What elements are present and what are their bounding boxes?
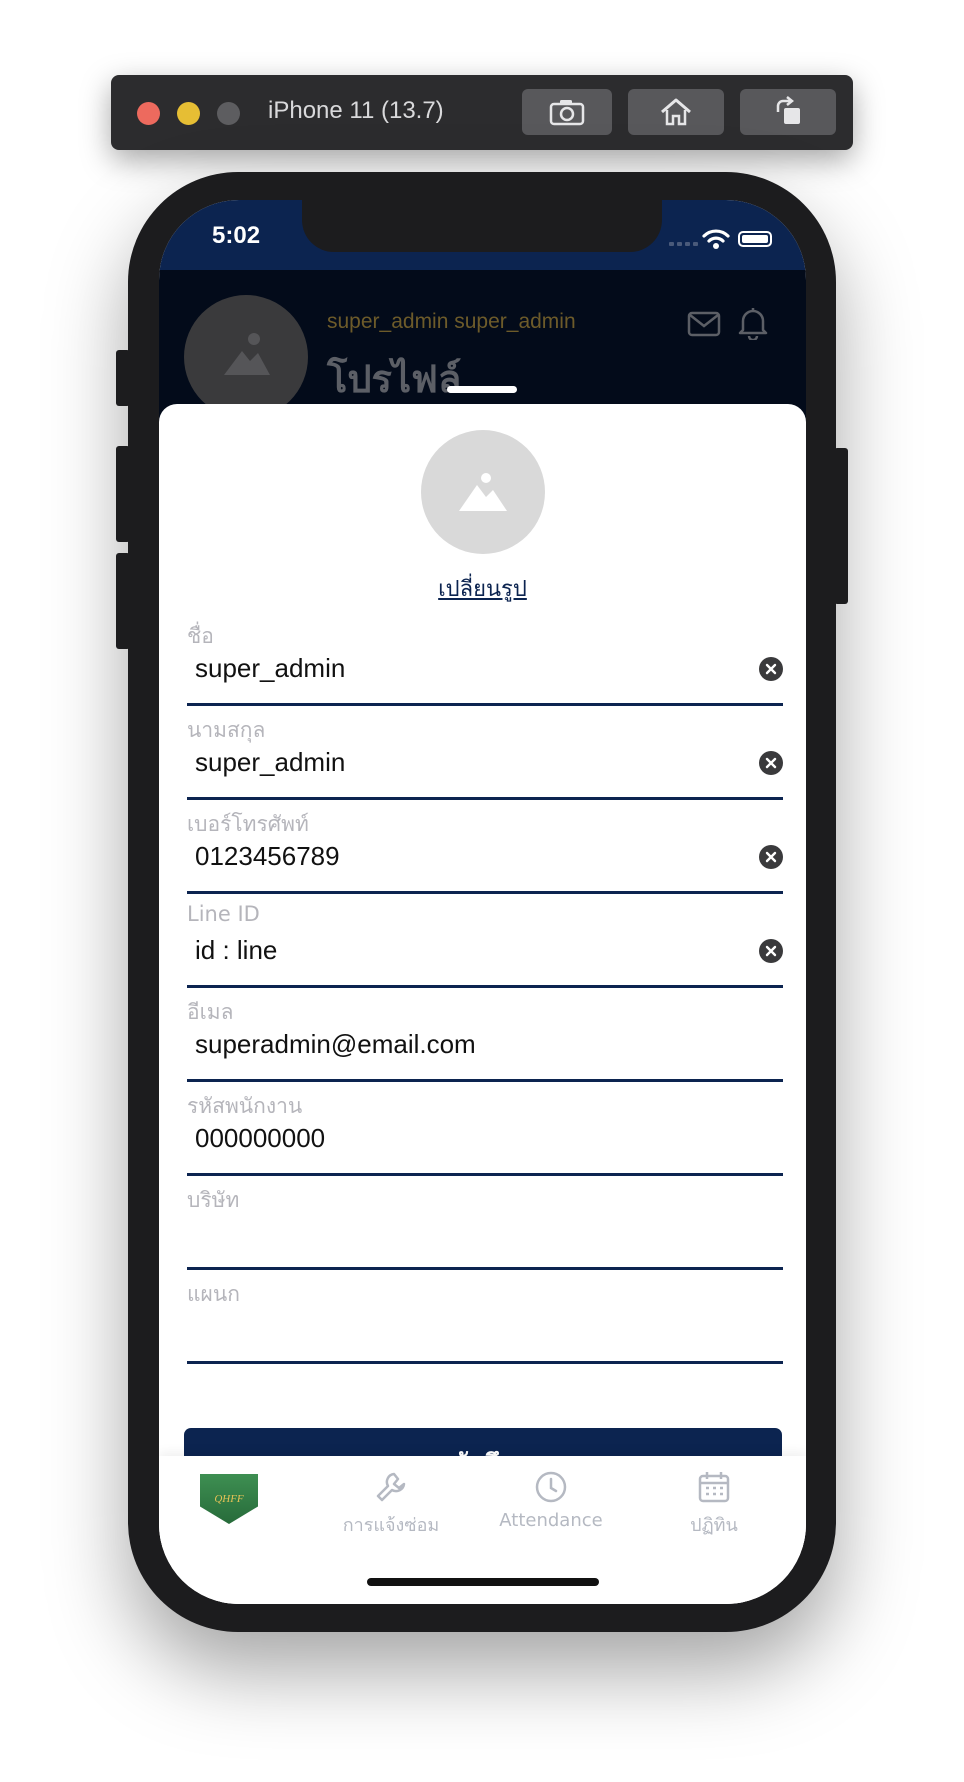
battery-icon xyxy=(738,231,772,247)
tab-calendar[interactable]: ปฏิทิน xyxy=(644,1470,784,1539)
field-underline xyxy=(187,703,783,706)
zoom-window-button[interactable] xyxy=(217,102,240,125)
field-input[interactable] xyxy=(187,1306,755,1346)
wrench-icon xyxy=(376,1472,406,1502)
logo-text: QHFF xyxy=(214,1493,244,1505)
simulator-toolbar: iPhone 11 (13.7) xyxy=(111,75,853,150)
tab-home[interactable]: QHFF xyxy=(159,1470,299,1524)
volume-up-button xyxy=(116,446,130,542)
edit-profile-sheet: เปลี่ยนรูป ชื่อนามสกุลเบอร์โทรศัพท์ Line … xyxy=(159,404,806,1604)
home-indicator xyxy=(367,1578,599,1586)
field-label: Line ID xyxy=(187,902,260,926)
screenshot-button[interactable] xyxy=(522,89,612,135)
field-input[interactable] xyxy=(187,742,755,782)
close-icon xyxy=(765,945,777,957)
field-input[interactable] xyxy=(187,1024,755,1064)
close-window-button[interactable] xyxy=(137,102,160,125)
form-field: นามสกุล xyxy=(187,714,783,800)
form-field: เบอร์โทรศัพท์ xyxy=(187,808,783,894)
form-field: Line ID xyxy=(187,902,783,988)
clear-field-button[interactable] xyxy=(759,939,783,963)
home-button[interactable] xyxy=(628,89,724,135)
field-underline xyxy=(187,985,783,988)
volume-down-button xyxy=(116,553,130,649)
tab-attendance[interactable]: Attendance xyxy=(481,1470,621,1531)
mail-icon[interactable] xyxy=(687,310,721,338)
header-avatar xyxy=(184,295,308,419)
field-underline xyxy=(187,1361,783,1364)
profile-avatar[interactable] xyxy=(421,430,545,554)
image-placeholder-icon xyxy=(224,333,270,375)
simulator-title: iPhone 11 (13.7) xyxy=(268,97,444,124)
mute-switch xyxy=(116,350,130,406)
rotate-button[interactable] xyxy=(740,89,836,135)
power-button xyxy=(834,448,848,604)
rotate-icon xyxy=(776,96,800,124)
bell-icon[interactable] xyxy=(737,306,769,340)
tab-bar: QHFF การแจ้งซ่อม Attendance ปฏิทิน xyxy=(159,1456,806,1604)
header-title: โปรไฟล์ xyxy=(327,357,462,401)
minimize-window-button[interactable] xyxy=(177,102,200,125)
clear-field-button[interactable] xyxy=(759,751,783,775)
field-underline xyxy=(187,1267,783,1270)
clear-field-button[interactable] xyxy=(759,845,783,869)
form-field: ชื่อ xyxy=(187,620,783,706)
field-input[interactable] xyxy=(187,1118,755,1158)
sheet-grab-handle[interactable] xyxy=(447,386,517,393)
form-field: รหัสพนักงาน xyxy=(187,1090,783,1176)
field-underline xyxy=(187,1173,783,1176)
header-user-name: super_admin super_admin xyxy=(327,310,576,333)
tab-repair[interactable]: การแจ้งซ่อม xyxy=(321,1470,461,1539)
field-input[interactable] xyxy=(187,1212,755,1252)
status-time: 5:02 xyxy=(212,222,261,249)
close-icon xyxy=(765,757,777,769)
home-icon xyxy=(661,98,691,126)
company-logo: QHFF xyxy=(200,1474,258,1524)
change-photo-link[interactable]: เปลี่ยนรูป xyxy=(159,571,806,606)
status-bar: 5:02 xyxy=(159,200,806,270)
form-field: อีเมล xyxy=(187,996,783,1082)
tab-label: Attendance xyxy=(499,1510,603,1531)
calendar-icon xyxy=(698,1472,730,1503)
notch xyxy=(302,200,662,252)
close-icon xyxy=(765,663,777,675)
field-underline xyxy=(187,797,783,800)
field-input[interactable] xyxy=(187,648,755,688)
field-input[interactable] xyxy=(187,836,755,876)
field-underline xyxy=(187,891,783,894)
tab-label: ปฏิทิน xyxy=(690,1515,738,1536)
wifi-icon xyxy=(702,229,730,249)
form-field: แผนก xyxy=(187,1278,783,1364)
image-placeholder-icon xyxy=(459,473,507,511)
close-icon xyxy=(765,851,777,863)
clear-field-button[interactable] xyxy=(759,657,783,681)
form-field: บริษัท xyxy=(187,1184,783,1270)
field-input[interactable] xyxy=(187,930,755,970)
tab-label: การแจ้งซ่อม xyxy=(342,1515,440,1536)
field-underline xyxy=(187,1079,783,1082)
clock-icon xyxy=(535,1471,567,1503)
phone-screen: 5:02 super_admin super_admin โปรไฟล์ เปล… xyxy=(159,200,806,1604)
screenshot-icon xyxy=(549,100,585,126)
signal-icon xyxy=(669,242,698,246)
